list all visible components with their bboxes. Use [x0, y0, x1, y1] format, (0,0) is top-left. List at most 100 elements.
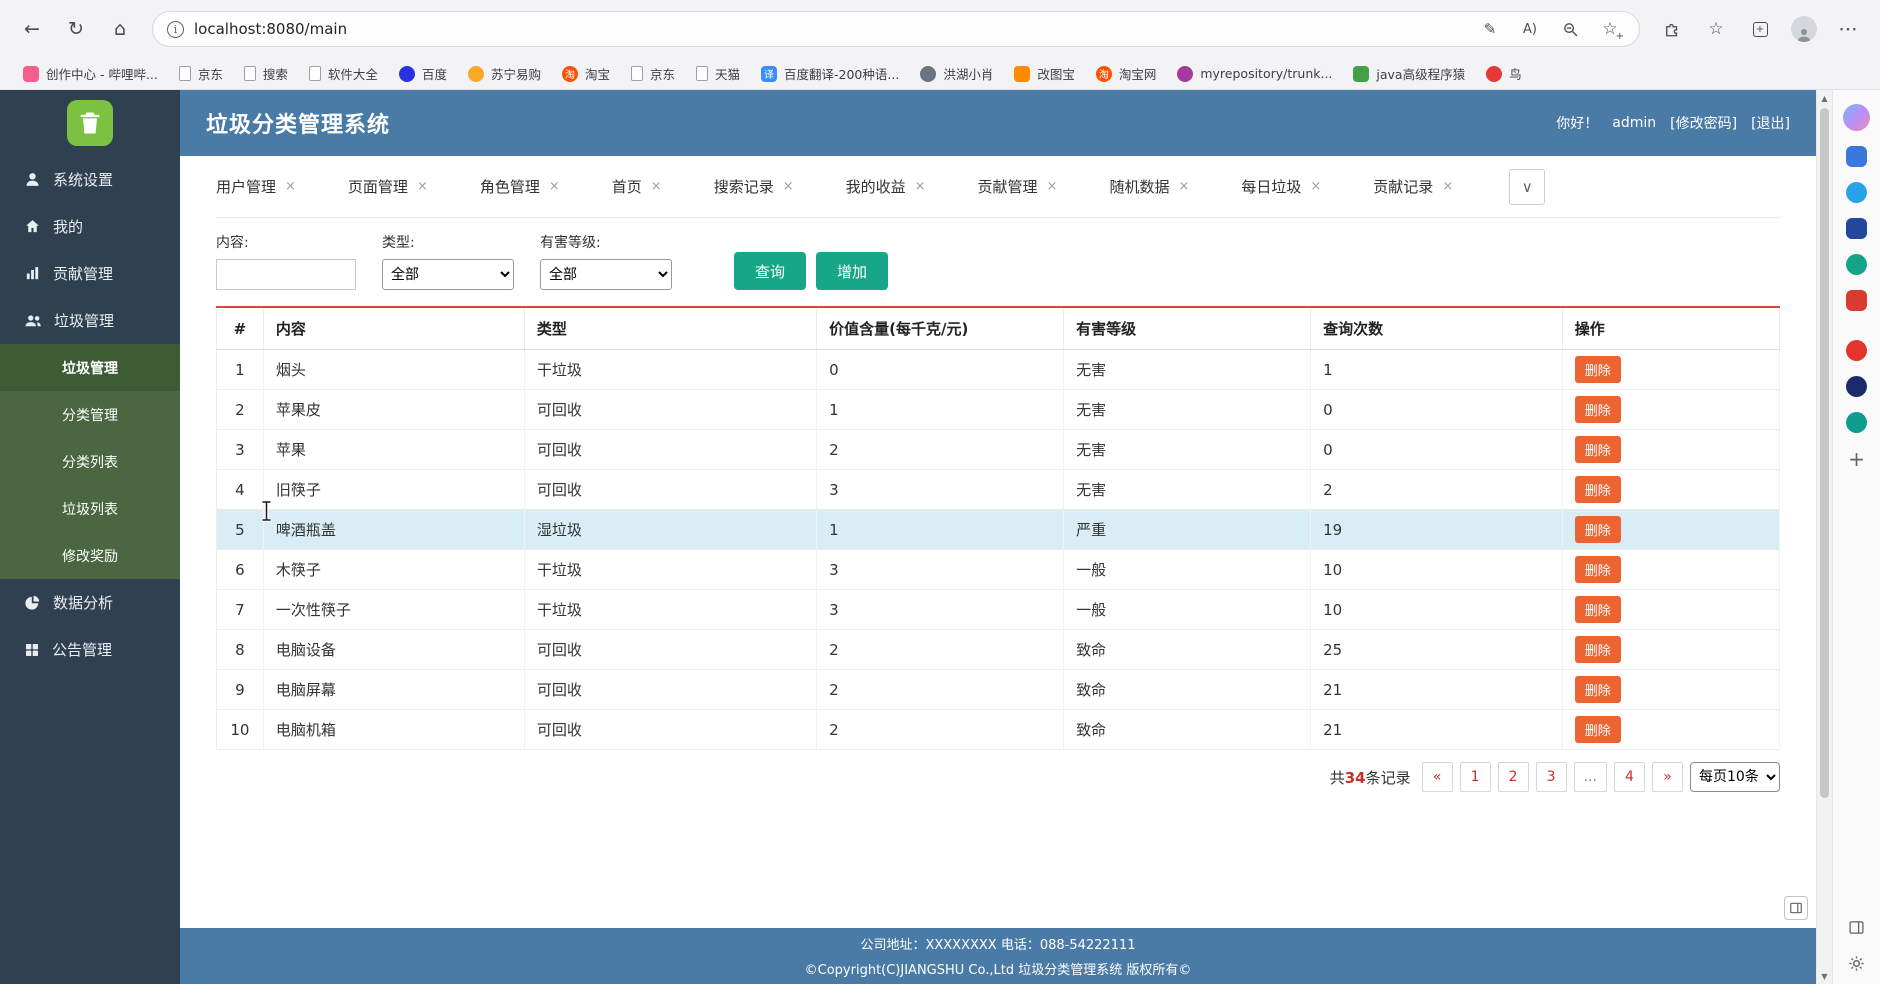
refresh-icon[interactable]: ↻: [58, 11, 94, 47]
add-button[interactable]: 增加: [816, 252, 888, 290]
collections-icon[interactable]: +: [1742, 11, 1778, 47]
tab-my-earnings[interactable]: 我的收益 ×: [846, 176, 926, 197]
delete-button[interactable]: 删除: [1574, 436, 1621, 463]
pinned-app-navy-icon[interactable]: [1846, 376, 1867, 397]
url-text[interactable]: localhost:8080/main: [194, 20, 347, 38]
site-info-icon[interactable]: i: [167, 20, 184, 38]
shopping-icon[interactable]: [1846, 146, 1867, 167]
close-icon[interactable]: ×: [1310, 179, 1321, 194]
bookmark-item[interactable]: 天猫: [687, 61, 749, 86]
page-4-button[interactable]: 4: [1614, 762, 1645, 792]
close-icon[interactable]: ×: [1442, 179, 1453, 194]
level-filter-select[interactable]: 全部: [540, 259, 672, 290]
close-icon[interactable]: ×: [549, 179, 560, 194]
search-button[interactable]: 查询: [734, 252, 806, 290]
sidebar-item-data-analysis[interactable]: 数据分析: [0, 579, 180, 626]
extensions-icon[interactable]: [1654, 11, 1690, 47]
tab-daily-garbage[interactable]: 每日垃圾 ×: [1241, 176, 1321, 197]
tab-user-mgmt[interactable]: 用户管理 ×: [216, 176, 296, 197]
bookmark-item[interactable]: 创作中心 - 哔哩哔...: [14, 61, 167, 86]
address-bar[interactable]: i localhost:8080/main ✎ A) ☆ +: [152, 11, 1640, 47]
games-icon[interactable]: [1846, 290, 1867, 311]
close-icon[interactable]: ×: [417, 179, 428, 194]
submenu-item-category-mgmt[interactable]: 分类管理: [0, 391, 180, 438]
delete-button[interactable]: 删除: [1574, 716, 1621, 743]
submenu-item-category-list[interactable]: 分类列表: [0, 438, 180, 485]
close-icon[interactable]: ×: [1047, 179, 1058, 194]
tab-search-records[interactable]: 搜索记录 ×: [714, 176, 794, 197]
office-icon[interactable]: [1846, 254, 1867, 275]
home-icon[interactable]: ⌂: [102, 11, 138, 47]
bookmark-item[interactable]: 改图宝: [1005, 61, 1084, 86]
pinned-app-red-icon[interactable]: [1846, 340, 1867, 361]
delete-button[interactable]: 删除: [1574, 636, 1621, 663]
submenu-item-garbage-mgmt[interactable]: 垃圾管理: [0, 344, 180, 391]
change-password-link[interactable]: [修改密码]: [1670, 113, 1737, 133]
sidebar-item-system-settings[interactable]: 系统设置: [0, 156, 180, 203]
bookmark-item[interactable]: 译 百度翻译-200种语...: [752, 61, 908, 86]
bookmark-item[interactable]: 苏宁易购: [459, 61, 550, 86]
delete-button[interactable]: 删除: [1574, 516, 1621, 543]
outlook-icon[interactable]: [1846, 218, 1867, 239]
sidebar-item-mine[interactable]: 我的: [0, 203, 180, 250]
delete-button[interactable]: 删除: [1574, 396, 1621, 423]
page-scrollbar[interactable]: ▲ ▼: [1816, 90, 1832, 984]
sidebar-item-garbage-mgmt[interactable]: 垃圾管理: [0, 297, 180, 344]
next-page-button[interactable]: »: [1652, 762, 1683, 792]
page-2-button[interactable]: 2: [1497, 762, 1529, 792]
bookmark-item[interactable]: 软件大全: [300, 61, 387, 86]
scroll-down-arrow[interactable]: ▼: [1817, 968, 1832, 984]
pinned-app-teal-icon[interactable]: [1846, 412, 1867, 433]
logout-link[interactable]: [退出]: [1751, 113, 1790, 133]
sidebar-item-contribution-mgmt[interactable]: 贡献管理: [0, 250, 180, 297]
bookmark-item[interactable]: java高级程序猿: [1344, 61, 1474, 86]
bookmark-item[interactable]: 京东: [622, 61, 684, 86]
delete-button[interactable]: 删除: [1574, 356, 1621, 383]
page-ellipsis-button[interactable]: ...: [1573, 762, 1607, 792]
profile-avatar[interactable]: [1786, 11, 1822, 47]
scrollbar-thumb[interactable]: [1820, 108, 1829, 798]
add-favorite-icon[interactable]: ☆ +: [1595, 14, 1625, 44]
submenu-item-modify-reward[interactable]: 修改奖励: [0, 532, 180, 579]
drop-icon[interactable]: [1846, 182, 1867, 203]
bookmark-item[interactable]: 淘 淘宝网: [1087, 61, 1166, 86]
close-icon[interactable]: ×: [783, 179, 794, 194]
read-aloud-icon[interactable]: A): [1515, 14, 1545, 44]
favorites-bar-icon[interactable]: ☆: [1698, 11, 1734, 47]
bookmark-item[interactable]: 京东: [170, 61, 232, 86]
prev-page-button[interactable]: «: [1421, 762, 1453, 792]
tab-overflow-button[interactable]: ∨: [1509, 168, 1546, 205]
close-icon[interactable]: ×: [915, 179, 926, 194]
close-icon[interactable]: ×: [1178, 179, 1189, 194]
submenu-item-garbage-list[interactable]: 垃圾列表: [0, 485, 180, 532]
delete-button[interactable]: 删除: [1574, 556, 1621, 583]
bookmark-item[interactable]: myrepository/trunk...: [1168, 63, 1341, 85]
sidebar-item-announcement-mgmt[interactable]: 公告管理: [0, 626, 180, 673]
tab-page-mgmt[interactable]: 页面管理 ×: [348, 176, 428, 197]
pen-icon[interactable]: ✎: [1475, 14, 1505, 44]
type-filter-select[interactable]: 全部: [382, 259, 514, 290]
tab-role-mgmt[interactable]: 角色管理 ×: [480, 176, 560, 197]
delete-button[interactable]: 删除: [1574, 676, 1621, 703]
bookmark-item[interactable]: 鸟: [1477, 61, 1531, 86]
close-icon[interactable]: ×: [651, 179, 662, 194]
sidebar-panel-icon[interactable]: [1846, 917, 1867, 938]
content-filter-input[interactable]: [216, 259, 356, 290]
add-app-icon[interactable]: +: [1846, 447, 1867, 471]
scroll-up-arrow[interactable]: ▲: [1817, 90, 1832, 106]
settings-gear-icon[interactable]: [1846, 953, 1867, 974]
delete-button[interactable]: 删除: [1574, 596, 1621, 623]
tab-contribution-mgmt[interactable]: 贡献管理 ×: [978, 176, 1058, 197]
tab-contribution-records[interactable]: 贡献记录 ×: [1373, 176, 1453, 197]
bookmark-item[interactable]: 搜索: [235, 61, 297, 86]
zoom-out-icon[interactable]: [1555, 14, 1585, 44]
page-size-select[interactable]: 每页10条: [1690, 762, 1780, 792]
open-in-sidebar-button[interactable]: [1784, 896, 1808, 920]
browser-menu-icon[interactable]: ⋯: [1830, 11, 1866, 47]
delete-button[interactable]: 删除: [1574, 476, 1621, 503]
close-icon[interactable]: ×: [285, 179, 296, 194]
back-icon[interactable]: ←: [14, 11, 50, 47]
page-3-button[interactable]: 3: [1535, 762, 1567, 792]
bookmark-item[interactable]: 百度: [390, 61, 456, 86]
tab-random-data[interactable]: 随机数据 ×: [1109, 176, 1189, 197]
